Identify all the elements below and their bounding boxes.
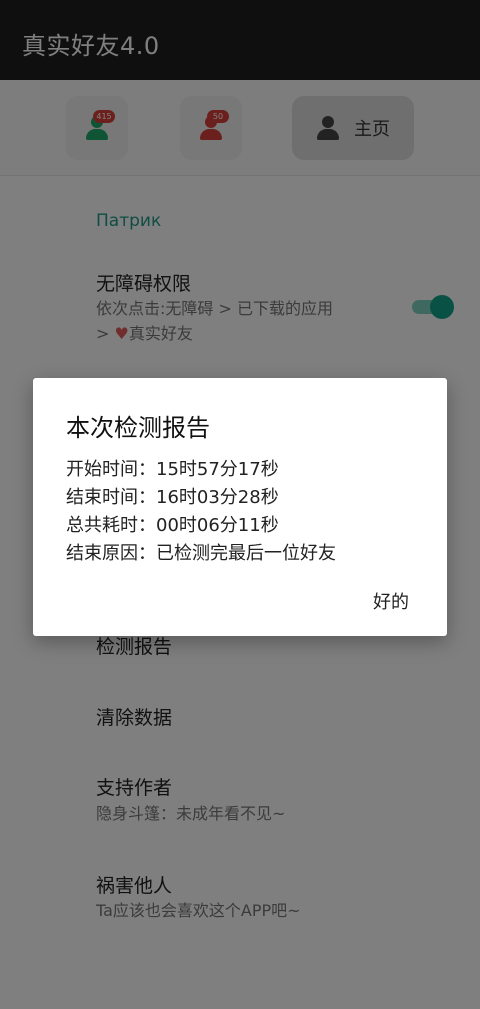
start-time: 开始时间：15时57分17秒 xyxy=(66,459,279,480)
end-reason: 结束原因：已检测完最后一位好友 xyxy=(66,543,336,564)
dialog-title: 本次检测报告 xyxy=(66,414,210,442)
ok-button[interactable]: 好的 xyxy=(373,588,409,614)
report-dialog: 本次检测报告 开始时间：15时57分17秒 结束时间：16时03分28秒 总共耗… xyxy=(33,378,447,636)
elapsed-time: 总共耗时：00时06分11秒 xyxy=(66,515,279,536)
end-time: 结束时间：16时03分28秒 xyxy=(66,487,279,508)
